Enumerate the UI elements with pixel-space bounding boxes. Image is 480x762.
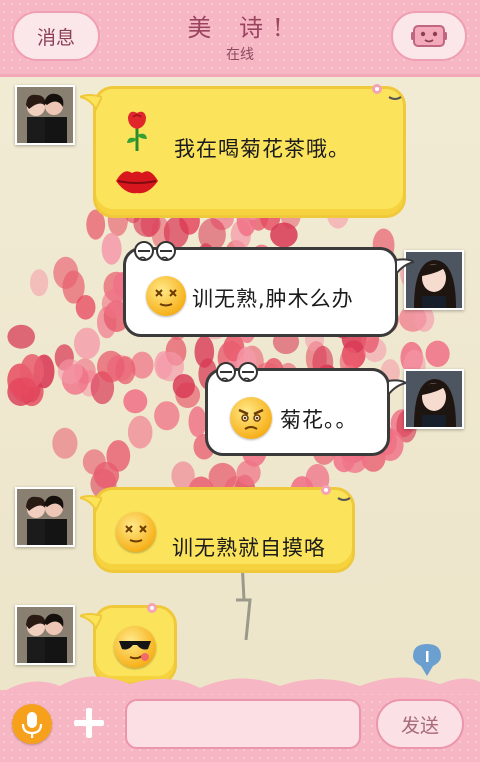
balloon — [172, 374, 195, 399]
lips-icon — [116, 171, 158, 194]
balloon — [7, 324, 35, 349]
balloon — [74, 327, 100, 360]
send-button[interactable]: 发送 — [376, 699, 464, 749]
more-options-button[interactable] — [70, 704, 108, 742]
bubble-tail-icon — [80, 613, 102, 631]
robot-face-icon — [411, 25, 447, 47]
cloud-border-decoration — [0, 676, 480, 694]
eyes-decoration-icon — [134, 241, 176, 261]
contact-avatar[interactable] — [15, 605, 75, 665]
balloon — [82, 449, 106, 475]
balloon — [115, 356, 136, 385]
online-status: 在线 — [226, 47, 254, 63]
chat-header: 消息 美 诗! 在线 — [0, 0, 480, 77]
balloon — [53, 256, 79, 289]
profile-menu-button[interactable] — [391, 11, 467, 61]
bubble-tail-icon — [388, 379, 406, 397]
back-button-label: 消息 — [36, 26, 75, 49]
flower-decoration-icon — [147, 603, 157, 613]
balloon — [127, 415, 153, 449]
plus-icon — [74, 708, 104, 738]
bubble-tail-icon — [80, 94, 102, 112]
message-bubble[interactable]: 菊花。。 — [205, 362, 406, 456]
message-input[interactable] — [125, 699, 361, 749]
message-text: 我在喝菊花茶哦。 — [174, 137, 350, 161]
message-bubble[interactable]: 训无熟,肿木么办 — [123, 241, 414, 337]
dizzy-eyes-emoji — [146, 276, 186, 316]
bubble-tail-icon — [80, 495, 102, 513]
sunglasses-emoji — [114, 626, 156, 668]
balloon — [52, 427, 78, 459]
angry-face-emoji — [230, 397, 272, 439]
flower-decoration-icon — [321, 485, 351, 501]
bubble-tail-icon — [396, 258, 414, 276]
balloon — [236, 460, 261, 486]
contact-name: 美 诗! — [187, 14, 293, 42]
balloon — [123, 389, 148, 414]
dizzy-eyes-emoji — [116, 512, 156, 552]
balloon — [425, 340, 450, 367]
my-avatar[interactable] — [404, 369, 464, 429]
balloon — [101, 232, 122, 265]
send-button-label: 发送 — [400, 714, 439, 737]
message-text: 训无熟就自摸咯 — [172, 536, 326, 560]
back-to-messages-button[interactable]: 消息 — [12, 11, 100, 61]
flower-decoration-icon — [372, 84, 402, 100]
balloon — [12, 377, 37, 403]
contact-avatar[interactable] — [15, 85, 75, 145]
voice-input-button[interactable] — [12, 704, 52, 744]
message-bubble[interactable]: 训无熟就自摸咯 — [80, 485, 355, 573]
rose-icon — [127, 111, 147, 151]
message-text: 训无熟,肿木么办 — [192, 287, 354, 311]
balloon — [171, 461, 195, 491]
message-bubble[interactable]: 我在喝菊花茶哦。 — [80, 84, 406, 218]
balloon — [188, 406, 207, 438]
balloon — [270, 222, 298, 248]
message-text: 菊花。。 — [280, 408, 358, 432]
balloon — [154, 401, 180, 431]
balloon — [57, 359, 83, 385]
eyes-decoration-icon — [216, 362, 258, 382]
balloon — [29, 269, 49, 297]
contact-avatar[interactable] — [15, 487, 75, 547]
microphone-icon — [21, 712, 43, 738]
